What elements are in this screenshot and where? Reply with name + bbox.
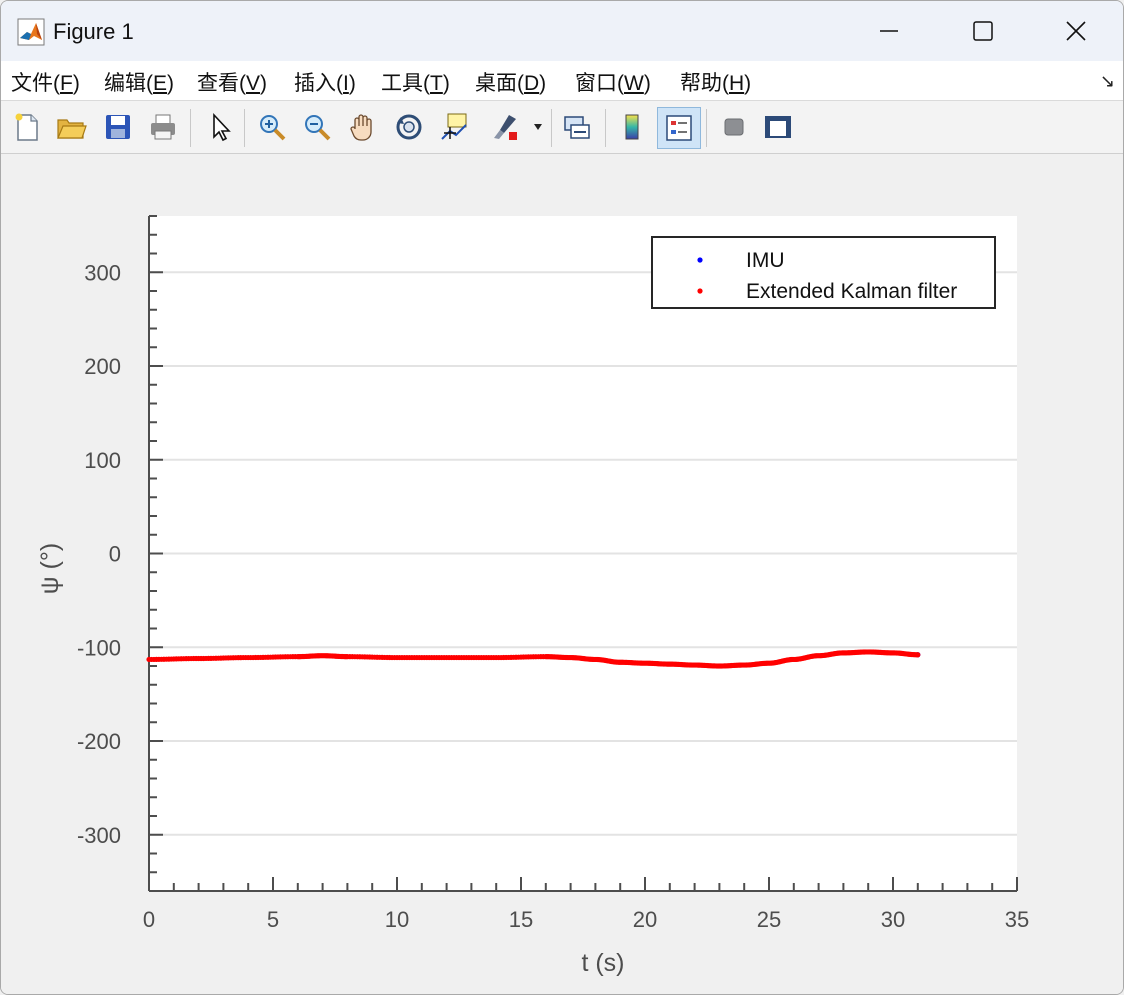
menu-desktop[interactable]: 桌面(D) bbox=[475, 67, 546, 97]
menu-tools[interactable]: 工具(T) bbox=[381, 67, 450, 97]
hide-plot-tools-button[interactable] bbox=[715, 107, 753, 147]
show-plot-tools-icon bbox=[765, 116, 791, 138]
save-button[interactable] bbox=[99, 107, 137, 147]
brush-dropdown-button[interactable] bbox=[529, 107, 547, 147]
save-icon bbox=[106, 115, 130, 139]
menu-edit[interactable]: 编辑(E) bbox=[104, 67, 174, 97]
chevron-down-icon bbox=[534, 124, 542, 130]
menu-help[interactable]: 帮助(H) bbox=[680, 67, 751, 97]
y-tick-label: 300 bbox=[84, 260, 121, 285]
pointer-icon bbox=[213, 112, 231, 142]
rotate-3d-button[interactable] bbox=[390, 107, 428, 147]
new-figure-icon bbox=[15, 113, 38, 141]
x-tick-label: 10 bbox=[385, 907, 409, 932]
menu-insert[interactable]: 插入(I) bbox=[294, 67, 356, 97]
y-axis-title: ψ (°) bbox=[36, 543, 64, 594]
rotate-3d-icon bbox=[396, 114, 422, 140]
new-figure-button[interactable] bbox=[8, 107, 46, 147]
legend-icon bbox=[666, 115, 692, 141]
y-tick-label: 200 bbox=[84, 354, 121, 379]
window-title: Figure 1 bbox=[53, 19, 134, 44]
zoom-out-button[interactable] bbox=[298, 107, 336, 147]
menu-file[interactable]: 文件(F) bbox=[11, 67, 80, 97]
data-cursor-button[interactable] bbox=[435, 107, 473, 147]
dock-figure-icon[interactable]: ↘ bbox=[1100, 71, 1115, 92]
x-tick-label: 30 bbox=[881, 907, 905, 932]
toolbar-separator bbox=[190, 109, 191, 147]
x-tick-label: 5 bbox=[267, 907, 279, 932]
minimize-icon bbox=[880, 30, 898, 32]
y-tick-label: -300 bbox=[77, 823, 121, 848]
maximize-button[interactable] bbox=[948, 9, 1018, 53]
show-plot-tools-button[interactable] bbox=[759, 107, 797, 147]
zoom-in-button[interactable] bbox=[253, 107, 291, 147]
legend-marker bbox=[697, 257, 703, 263]
x-axis-title: t (s) bbox=[581, 949, 624, 977]
pan-hand-icon bbox=[350, 114, 372, 141]
x-tick-label: 0 bbox=[143, 907, 155, 932]
link-plot-button[interactable] bbox=[558, 107, 596, 147]
zoom-in-icon bbox=[260, 115, 286, 141]
brush-button[interactable] bbox=[486, 107, 524, 147]
y-tick-label: 100 bbox=[84, 448, 121, 473]
y-tick-label: 0 bbox=[109, 542, 121, 567]
open-file-button[interactable] bbox=[52, 107, 90, 147]
menu-bar: 文件(F) 编辑(E) 查看(V) 插入(I) 工具(T) 桌面(D) 窗口(W… bbox=[1, 61, 1123, 101]
colorbar-button[interactable] bbox=[613, 107, 651, 147]
close-button[interactable] bbox=[1041, 9, 1111, 53]
zoom-out-icon bbox=[305, 115, 331, 141]
legend-entry: IMU bbox=[746, 249, 785, 272]
legend-button[interactable] bbox=[657, 107, 701, 149]
close-icon bbox=[1066, 21, 1086, 41]
hide-plot-tools-icon bbox=[724, 118, 744, 136]
toolbar-separator bbox=[605, 109, 606, 147]
maximize-icon bbox=[973, 21, 993, 41]
legend-entry: Extended Kalman filter bbox=[746, 280, 957, 303]
menu-window[interactable]: 窗口(W) bbox=[575, 67, 651, 97]
open-file-icon bbox=[57, 119, 87, 139]
toolbar-separator bbox=[244, 109, 245, 147]
minimize-button[interactable] bbox=[854, 9, 924, 53]
toolbar-separator bbox=[706, 109, 707, 147]
data-cursor-icon bbox=[441, 113, 467, 140]
y-tick-label: -100 bbox=[77, 635, 121, 660]
brush-icon bbox=[494, 115, 517, 140]
pan-button[interactable] bbox=[344, 107, 382, 147]
link-plot-icon bbox=[564, 116, 590, 139]
x-tick-label: 20 bbox=[633, 907, 657, 932]
figure-canvas: -300 -200 -100 0 100 200 300 0 5 10 15 20 25 30 35 t (s… bbox=[1, 154, 1123, 994]
y-tick-label: -200 bbox=[77, 729, 121, 754]
plot-axes[interactable]: -300 -200 -100 0 100 200 300 0 5 10 15 20 25 30 35 t (s… bbox=[1, 154, 1123, 994]
toolbar-separator bbox=[551, 109, 552, 147]
matlab-logo-icon bbox=[17, 18, 45, 46]
figure-toolbar bbox=[1, 101, 1123, 154]
x-tick-label: 35 bbox=[1005, 907, 1029, 932]
x-tick-label: 15 bbox=[509, 907, 533, 932]
menu-view[interactable]: 查看(V) bbox=[197, 67, 267, 97]
legend-marker bbox=[697, 288, 703, 294]
pointer-button[interactable] bbox=[201, 107, 239, 147]
data-point bbox=[915, 652, 921, 658]
print-button[interactable] bbox=[144, 107, 182, 147]
print-icon bbox=[151, 114, 175, 140]
x-tick-label: 25 bbox=[757, 907, 781, 932]
title-bar[interactable]: Figure 1 bbox=[1, 1, 1123, 61]
colorbar-icon bbox=[625, 114, 639, 140]
figure-window: Figure 1 文件(F) 编辑(E) 查看(V) 插入(I) 工具(T) 桌… bbox=[0, 0, 1124, 995]
